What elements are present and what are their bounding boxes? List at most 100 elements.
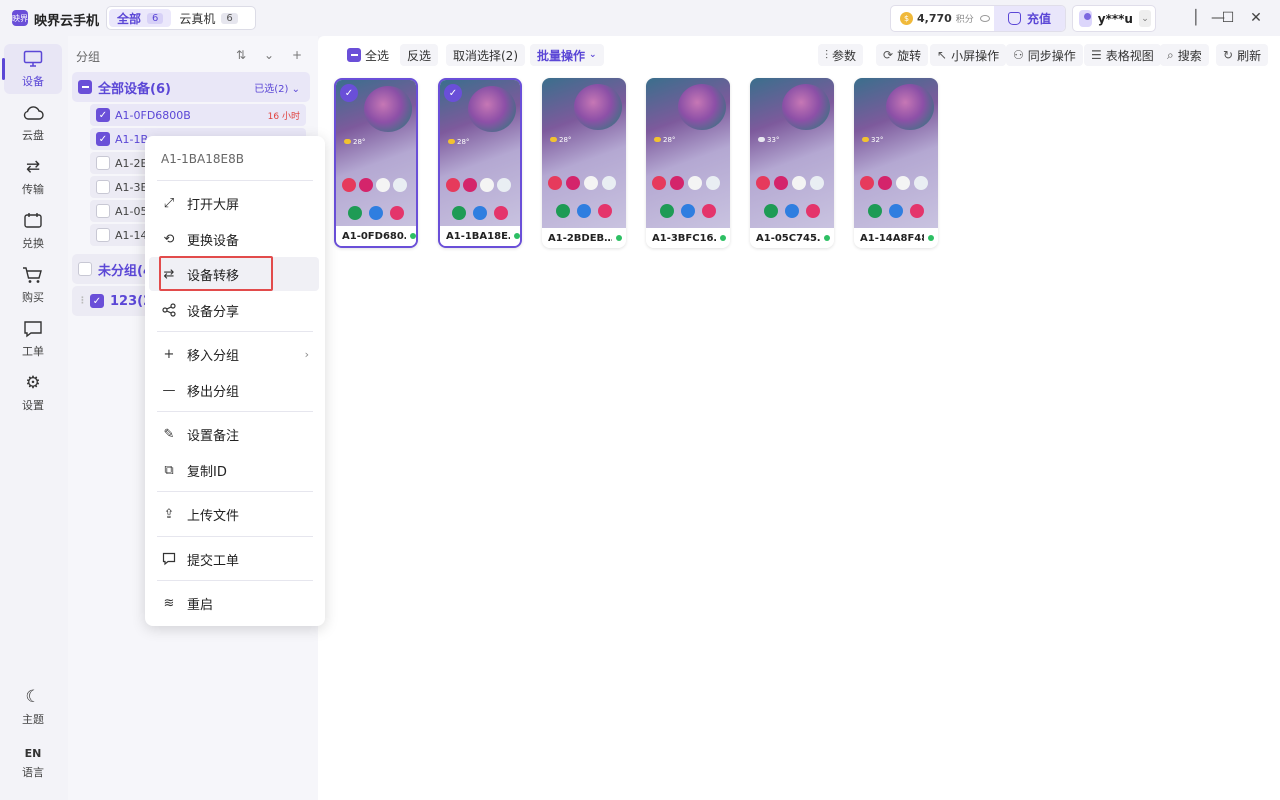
nav-item-ticket[interactable]: 工单 — [4, 314, 62, 364]
ticket-icon — [22, 319, 44, 339]
menu-item-share-device[interactable]: 设备分享 — [149, 293, 319, 327]
device-card-footer: A1-1BA18E… — [440, 226, 520, 246]
device-screen-preview[interactable]: 28° — [646, 78, 730, 228]
device-card[interactable]: 28° ✓ A1-1BA18E… — [438, 78, 522, 248]
device-screen-preview[interactable]: 32° — [854, 78, 938, 228]
device-id: A1-1B — [115, 132, 149, 146]
nav-item-settings[interactable]: ⚙ 设置 — [4, 368, 62, 418]
nav-label: 购买 — [22, 291, 44, 304]
group-checkbox[interactable] — [78, 262, 92, 276]
cancel-selection-button[interactable]: 取消选择(2) — [446, 44, 525, 66]
nav-label: 主题 — [22, 713, 44, 726]
table-view-button[interactable]: ☰ 表格视图 — [1084, 44, 1161, 66]
pin-icon[interactable]: │ — [1186, 8, 1206, 28]
weather-widget: 28° — [550, 136, 571, 144]
card-selected-check-icon[interactable]: ✓ — [444, 84, 462, 102]
group-all-checkbox[interactable] — [78, 80, 92, 94]
menu-item-move-to-group[interactable]: + 移入分组 › — [149, 337, 319, 371]
small-screen-label: 小屏操作 — [951, 48, 1000, 63]
rotate-button[interactable]: ⟳ 旋转 — [876, 44, 929, 66]
points-balance[interactable]: $ 4,770 积分 — [891, 6, 994, 31]
weather-widget: 33° — [758, 136, 779, 144]
drag-handle-icon[interactable]: ⋮ — [78, 296, 87, 306]
refresh-button[interactable]: ↻ 刷新 — [1216, 44, 1269, 66]
device-screen-preview[interactable]: 33° — [750, 78, 834, 228]
device-list-item[interactable]: ✓ A1-0FD6800B 16 小时 — [90, 104, 306, 126]
money-bag-icon — [1007, 12, 1021, 25]
online-status-dot — [616, 235, 622, 241]
invert-select-button[interactable]: 反选 — [400, 44, 439, 66]
weather-widget: 28° — [448, 138, 469, 146]
device-card[interactable]: 28° ✓ A1-0FD680… — [334, 78, 418, 248]
cloud-icon — [22, 103, 44, 123]
menu-item-label: 设备分享 — [187, 304, 240, 320]
menu-item-copy-id[interactable]: ⧉ 复制ID — [149, 453, 319, 487]
rotate-icon: ⟳ — [883, 48, 894, 62]
nav-item-cloud[interactable]: 云盘 — [4, 98, 62, 148]
select-all-button[interactable]: 全选 — [340, 44, 396, 66]
device-checkbox[interactable] — [96, 228, 110, 242]
close-icon[interactable]: ✕ — [1246, 8, 1266, 28]
device-checkbox[interactable] — [96, 180, 110, 194]
chevron-down-icon[interactable]: ⌄ — [258, 44, 280, 66]
device-card[interactable]: 28° A1-2BDEB… — [542, 78, 626, 248]
nav-item-devices[interactable]: 设备 — [2, 44, 62, 94]
device-card-footer: A1-05C745… — [750, 228, 834, 248]
nav-item-language[interactable]: EN 语言 — [4, 738, 62, 788]
nav-item-exchange[interactable]: 兑换 — [4, 206, 62, 256]
group-checkbox[interactable]: ✓ — [90, 294, 104, 308]
menu-item-replace-device[interactable]: ⟲ 更换设备 — [149, 222, 319, 256]
device-card[interactable]: 32° A1-14A8F487 — [854, 78, 938, 248]
segment-real-phone[interactable]: 云真机 6 — [171, 9, 245, 27]
points-unit: 积分 — [955, 15, 974, 25]
menu-item-open-fullscreen[interactable]: ⤢ 打开大屏 — [149, 186, 319, 220]
menu-item-upload-file[interactable]: ⇪ 上传文件 — [149, 497, 319, 531]
list-icon: ☰ — [1091, 48, 1102, 62]
add-group-icon[interactable]: + — [286, 44, 308, 66]
nav-item-transfer[interactable]: ⇄ 传输 — [4, 152, 62, 202]
group-all-devices[interactable]: 全部设备(6) 已选(2) ⌄ — [72, 72, 310, 102]
device-screen-preview[interactable]: 28° — [336, 80, 416, 230]
menu-item-transfer-device[interactable]: ⇄ 设备转移 — [149, 257, 319, 291]
device-screen-preview[interactable]: 28° — [440, 80, 520, 230]
sync-operation-button[interactable]: ⚇ 同步操作 — [1006, 44, 1083, 66]
segment-all[interactable]: 全部 6 — [109, 9, 172, 27]
maximize-icon[interactable]: ☐ — [1218, 8, 1238, 28]
menu-item-remove-from-group[interactable]: — 移出分组 — [149, 373, 319, 407]
user-menu[interactable]: y***u ⌄ — [1072, 5, 1156, 32]
segment-all-label: 全部 — [117, 11, 142, 26]
small-screen-button[interactable]: ↖ 小屏操作 — [930, 44, 1007, 66]
recharge-button[interactable]: 充值 — [994, 6, 1065, 31]
menu-item-set-note[interactable]: ✎ 设置备注 — [149, 417, 319, 451]
sort-icon[interactable]: ⇅ — [230, 44, 252, 66]
weather-widget: 32° — [862, 136, 883, 144]
params-button[interactable]: ⫶ 参数 — [818, 44, 864, 66]
device-screen-preview[interactable]: 28° — [542, 78, 626, 228]
device-checkbox[interactable]: ✓ — [96, 108, 110, 122]
menu-divider — [157, 580, 313, 581]
device-card-name: A1-0FD680… — [342, 230, 406, 242]
menu-item-submit-ticket[interactable]: 提交工单 — [149, 542, 319, 576]
search-button[interactable]: ⌕ 搜索 — [1160, 44, 1209, 66]
params-label: 参数 — [832, 48, 857, 63]
device-card[interactable]: 33° A1-05C745… — [750, 78, 834, 248]
menu-divider — [157, 180, 313, 181]
device-card-name: A1-05C745… — [756, 232, 820, 244]
chevron-down-icon[interactable]: ⌄ — [1138, 10, 1151, 27]
card-selected-check-icon[interactable]: ✓ — [340, 84, 358, 102]
device-checkbox[interactable]: ✓ — [96, 132, 110, 146]
device-checkbox[interactable] — [96, 204, 110, 218]
menu-divider — [157, 536, 313, 537]
menu-item-restart[interactable]: ≋ 重启 — [149, 586, 319, 620]
nav-item-buy[interactable]: 购买 — [4, 260, 62, 310]
device-checkbox[interactable] — [96, 156, 110, 170]
nav-item-theme[interactable]: ☾ 主题 — [4, 682, 62, 732]
device-card[interactable]: 28° A1-3BFC16… — [646, 78, 730, 248]
device-type-segment: 全部 6 云真机 6 — [106, 6, 256, 30]
monitor-icon — [22, 49, 44, 69]
dock-icons — [342, 206, 410, 220]
nav-label: 设备 — [22, 75, 44, 88]
eye-icon[interactable] — [979, 15, 990, 22]
wallpaper-flower — [886, 84, 934, 130]
batch-operation-button[interactable]: 批量操作 ⌄ — [530, 44, 604, 66]
